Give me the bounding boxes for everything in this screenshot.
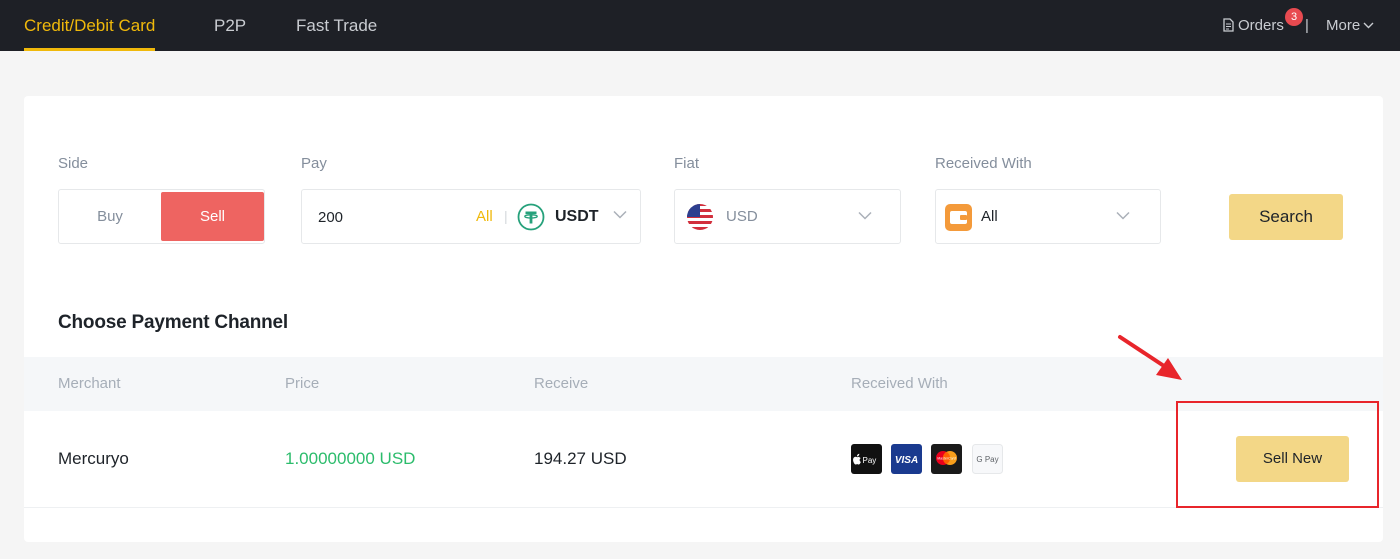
column-header-merchant: Merchant (58, 375, 121, 392)
fiat-select[interactable]: USD (674, 189, 901, 244)
buy-button[interactable]: Buy (59, 190, 161, 243)
visa-label: VISA (895, 455, 918, 466)
pay-separator: | (504, 208, 508, 224)
search-button[interactable]: Search (1229, 194, 1343, 240)
received-with-label: Received With (935, 155, 1032, 172)
wallet-icon (945, 204, 972, 231)
mastercard-label: MasterCard (937, 457, 957, 461)
pay-amount-input[interactable] (318, 202, 468, 232)
receive-value: 194.27 USD (534, 449, 627, 468)
fiat-label: Fiat (674, 155, 700, 172)
orders-link[interactable]: Orders (1222, 0, 1284, 51)
sell-button[interactable]: Sell (161, 192, 264, 241)
column-header-receive: Receive (534, 375, 589, 392)
apple-pay-label: Pay (863, 456, 877, 465)
document-icon (1223, 18, 1234, 32)
apple-pay-icon: Pay (851, 444, 882, 474)
side-label: Side (58, 155, 89, 172)
chevron-down-icon (1363, 22, 1374, 29)
chevron-down-icon[interactable] (613, 210, 627, 219)
highlight-box (1176, 401, 1379, 508)
column-header-price: Price (285, 375, 320, 392)
top-navigation: Credit/Debit Card P2P Fast Trade Orders … (0, 0, 1400, 51)
received-with-value: All (981, 208, 998, 225)
google-pay-label: G Pay (976, 455, 998, 464)
tab-p2p[interactable]: P2P (214, 0, 246, 51)
orders-count-badge: 3 (1285, 8, 1303, 26)
section-title: Choose Payment Channel (58, 312, 288, 333)
column-header-received-with: Received With (851, 375, 948, 392)
pay-field: All | USDT (301, 189, 641, 244)
google-pay-icon: G Pay (972, 444, 1003, 474)
pay-all-button[interactable]: All (476, 190, 493, 243)
us-flag-icon (687, 204, 713, 230)
price-value: 1.00000000 USD (285, 449, 416, 468)
tether-icon (517, 203, 545, 231)
tab-credit-debit-card[interactable]: Credit/Debit Card (24, 0, 156, 51)
chevron-down-icon (858, 211, 872, 220)
side-toggle: Buy Sell (58, 189, 265, 244)
merchant-name: Mercuryo (58, 449, 129, 468)
tab-fast-trade[interactable]: Fast Trade (296, 0, 377, 51)
orders-label: Orders (1238, 17, 1284, 34)
more-menu[interactable]: More (1326, 0, 1374, 51)
visa-icon: VISA (891, 444, 922, 474)
mastercard-icon: MasterCard (931, 444, 962, 474)
arrow-annotation (1118, 335, 1182, 380)
fiat-currency-label: USD (726, 208, 758, 225)
pay-currency-label: USDT (555, 208, 599, 225)
more-label: More (1326, 17, 1361, 34)
received-with-select[interactable]: All (935, 189, 1161, 244)
chevron-down-icon (1116, 211, 1130, 220)
nav-separator: | (1305, 17, 1309, 34)
pay-label: Pay (301, 155, 327, 172)
